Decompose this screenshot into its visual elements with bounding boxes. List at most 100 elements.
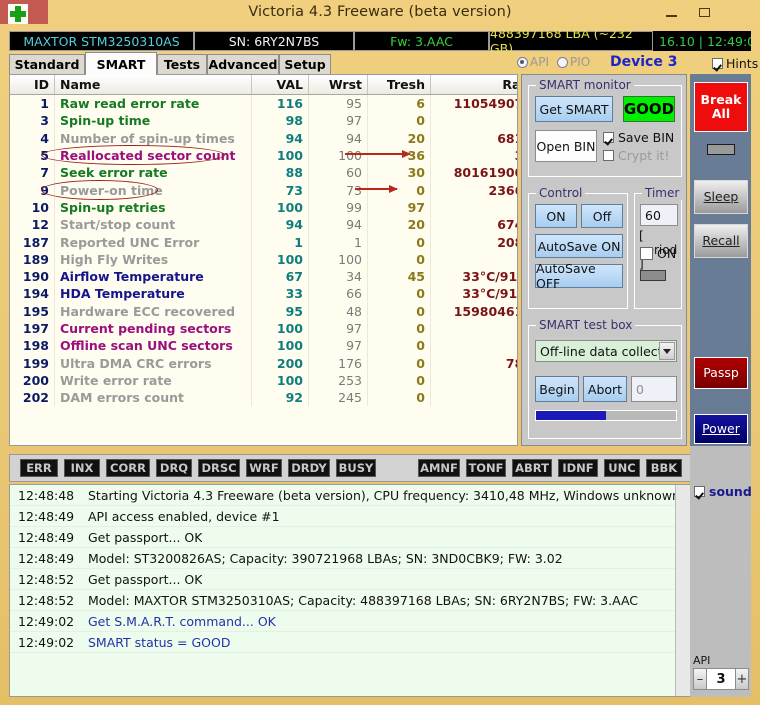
timer-period-input[interactable]: 60 (640, 204, 678, 226)
api-number-increment[interactable]: + (735, 668, 749, 690)
cell-id: 10 (10, 198, 55, 217)
annotation-arrow-poweron (355, 184, 398, 193)
timer-on-toggle[interactable]: ON (640, 246, 676, 261)
col-wrst: Wrst (308, 75, 368, 95)
log-row: 12:48:48 Starting Victoria 4.3 Freeware (… (10, 485, 690, 506)
table-row[interactable]: 197Current pending sectors1009700 (10, 319, 517, 338)
tab-tests[interactable]: Tests (157, 54, 207, 74)
cell-tresh: 20 (367, 216, 431, 234)
sleep-button[interactable]: Sleep (694, 180, 748, 214)
recall-button[interactable]: Recall (694, 224, 748, 258)
log-scrollbar[interactable] (675, 485, 690, 696)
break-all-button[interactable]: Break All (694, 82, 748, 132)
test-type-select[interactable]: Off-line data collect (535, 340, 677, 362)
cell-raw: 2081 (430, 233, 517, 251)
cell-raw: 782 (430, 354, 517, 372)
cell-name: DAM errors count (54, 389, 252, 407)
tab-setup[interactable]: Setup (279, 54, 331, 74)
hints-checkbox[interactable] (712, 58, 723, 69)
cell-wrst: 100 (308, 250, 368, 268)
cell-wrst: 1 (308, 233, 368, 251)
table-row[interactable]: 190Airflow Temperature67344533°C/91°F (10, 267, 517, 286)
sleep-label: Sleep (703, 189, 739, 204)
save-bin-checkbox[interactable] (603, 132, 614, 143)
autosave-off-button[interactable]: AutoSave OFF (535, 261, 623, 291)
table-row[interactable]: 189High Fly Writes10010000 (10, 250, 517, 268)
table-row[interactable]: 199Ultra DMA CRC errors2001760782 (10, 354, 517, 372)
table-row[interactable]: 1Raw read error rate116956110549078 (10, 94, 517, 113)
passport-button[interactable]: Passp (694, 357, 748, 389)
cell-val: 94 (251, 216, 309, 234)
maximize-button[interactable] (688, 0, 721, 25)
drive-capacity: 488397168 LBA (~232 GB) (489, 26, 653, 56)
cell-wrst: 73 (308, 181, 368, 199)
test-count-field[interactable]: 0 (631, 376, 677, 402)
api-number-stepper[interactable]: – 3 + (693, 668, 749, 690)
cell-name: Start/stop count (54, 216, 252, 234)
cell-name: Current pending sectors (54, 319, 252, 338)
timer-on-checkbox[interactable] (640, 247, 653, 260)
cell-tresh: 0 (367, 389, 431, 407)
hints-toggle[interactable]: Hints (712, 56, 758, 71)
timer-on-label: ON (657, 246, 677, 261)
get-smart-button[interactable]: Get SMART (535, 96, 613, 122)
abort-button[interactable]: Abort (583, 376, 627, 402)
control-on-button[interactable]: ON (535, 204, 577, 228)
save-bin-toggle[interactable]: Save BIN (603, 130, 674, 145)
table-row[interactable]: 200Write error rate10025300 (10, 371, 517, 390)
cell-wrst: 245 (308, 389, 368, 407)
pio-radio[interactable] (556, 56, 568, 68)
table-row[interactable]: 5Reallocated sector count1001003630 (10, 146, 517, 165)
cell-tresh: 0 (367, 302, 431, 320)
crypt-toggle[interactable]: Crypt it! (603, 148, 669, 163)
table-row[interactable]: 12Start/stop count9494206747 (10, 216, 517, 234)
table-row[interactable]: 3Spin-up time989700 (10, 112, 517, 130)
table-row[interactable]: 195Hardware ECC recovered95480159804619 (10, 302, 517, 320)
cell-wrst: 66 (308, 285, 368, 303)
cell-raw: 6814 (430, 129, 517, 147)
begin-button[interactable]: Begin (535, 376, 579, 402)
table-row[interactable]: 10Spin-up retries10099970 (10, 198, 517, 217)
cell-wrst: 48 (308, 302, 368, 320)
table-row[interactable]: 4Number of spin-up times9494206814 (10, 129, 517, 147)
table-row[interactable]: 194HDA Temperature3366033°C/91°F (10, 285, 517, 303)
crypt-checkbox[interactable] (603, 150, 614, 161)
cell-id: 195 (10, 302, 55, 320)
sound-toggle[interactable]: sound (694, 484, 752, 499)
open-bin-button[interactable]: Open BIN (535, 130, 597, 162)
log-row: 12:48:52 Model: MAXTOR STM3250310AS; Capa… (10, 590, 690, 611)
tab-smart[interactable]: SMART (85, 52, 157, 75)
cell-tresh: 0 (367, 181, 431, 199)
table-row[interactable]: 202DAM errors count9224508 (10, 389, 517, 407)
table-row[interactable]: 7Seek error rate886030801619000 (10, 164, 517, 182)
cell-name: Reported UNC Error (54, 233, 252, 251)
save-bin-label: Save BIN (618, 130, 675, 145)
autosave-on-button[interactable]: AutoSave ON (535, 234, 623, 258)
cell-tresh: 20 (367, 129, 431, 147)
cell-val: 100 (251, 337, 309, 355)
smart-attributes-panel[interactable]: ID Name VAL Wrst Tresh Raw Health 1Raw r… (9, 74, 518, 446)
hints-label: Hints (726, 56, 759, 71)
table-row[interactable]: 198Offline scan UNC sectors1009700 (10, 337, 517, 355)
window-title: Victoria 4.3 Freeware (beta version) (248, 4, 512, 20)
minimize-button[interactable] (655, 0, 688, 25)
cell-tresh: 0 (367, 285, 431, 303)
recall-label: Recall (702, 233, 740, 248)
table-row[interactable]: 187Reported UNC Error1102081 (10, 233, 517, 251)
col-tresh: Tresh (367, 75, 431, 95)
api-number-decrement[interactable]: – (693, 668, 707, 690)
led-abrt: ABRT (512, 459, 552, 477)
tab-advanced[interactable]: Advanced (207, 54, 279, 74)
cell-tresh: 45 (367, 267, 431, 286)
clock-display: 16.10 | 12:49:0 (653, 31, 751, 51)
chevron-down-icon[interactable] (659, 342, 675, 360)
led-bbk: BBK (646, 459, 682, 477)
table-row[interactable]: 9Power-on time7373023668 (10, 181, 517, 199)
led-err: ERR (20, 459, 58, 477)
tab-standard[interactable]: Standard (9, 54, 85, 74)
sound-checkbox[interactable] (694, 486, 705, 497)
control-off-button[interactable]: Off (581, 204, 623, 228)
api-radio[interactable] (517, 56, 528, 68)
log-panel[interactable]: 12:48:48 Starting Victoria 4.3 Freeware (… (9, 484, 691, 697)
power-button[interactable]: Power (694, 414, 748, 444)
